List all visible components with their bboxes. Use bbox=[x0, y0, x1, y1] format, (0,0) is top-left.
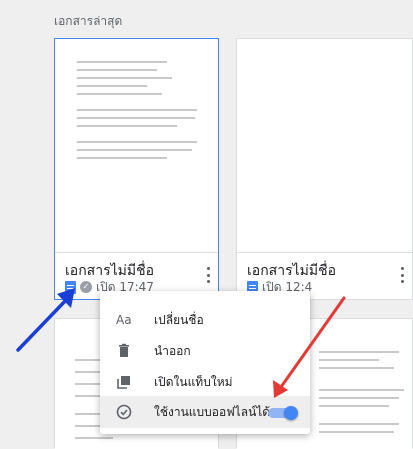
red-arrow-icon bbox=[273, 296, 346, 398]
blue-arrow-icon bbox=[16, 288, 75, 352]
annotation-arrows bbox=[16, 288, 346, 398]
